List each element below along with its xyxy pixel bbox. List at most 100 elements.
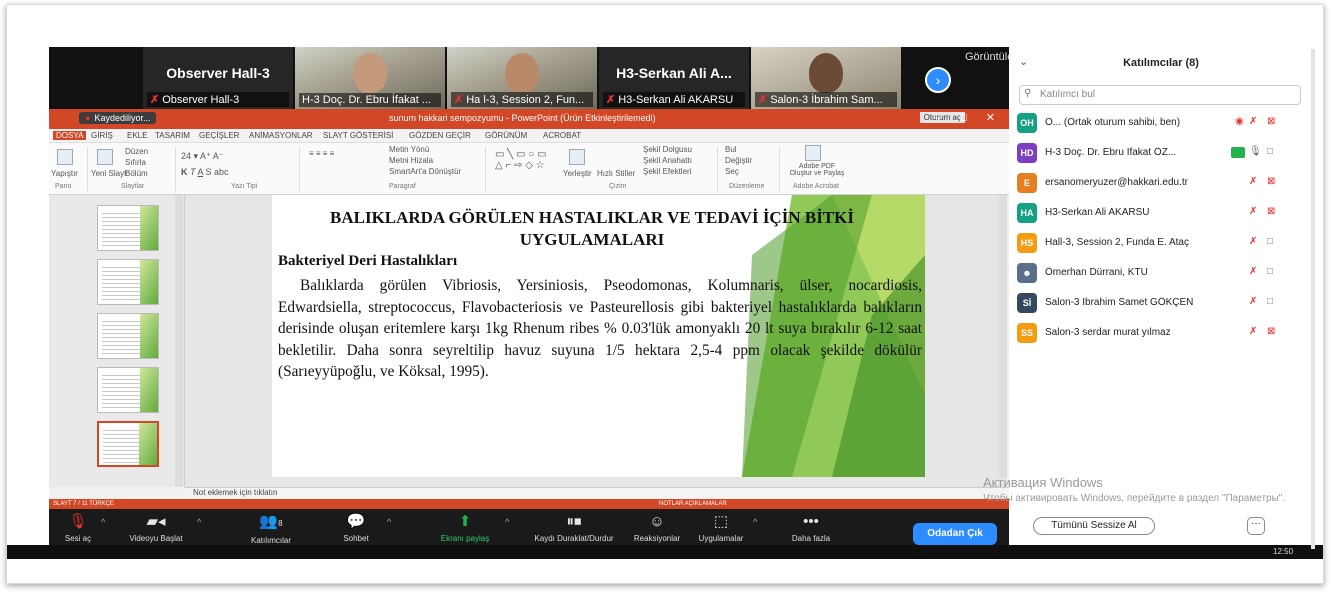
- participant-row[interactable]: HS Hall-3, Session 2, Funda E. Ataç ✗ □: [1017, 233, 1307, 255]
- mic-on-icon[interactable]: 🎙: [1249, 146, 1262, 157]
- adobe-pdf-icon[interactable]: [805, 145, 821, 161]
- tab-acrobat[interactable]: ACROBAT: [543, 131, 581, 140]
- font-style-buttons[interactable]: K T A S abc: [181, 167, 229, 177]
- slide-counter: SLAYT 7 / 11 TÜRKÇE: [53, 501, 114, 507]
- mic-off-icon[interactable]: ✗: [1249, 236, 1257, 247]
- video-off-icon[interactable]: ⊠: [1267, 176, 1275, 187]
- window-controls[interactable]: – □ ✕: [935, 111, 1003, 124]
- participant-row[interactable]: SS Salon-3 serdar murat yılmaz ✗ ⊠: [1017, 323, 1307, 345]
- chevron-up-icon[interactable]: ^: [101, 517, 105, 527]
- slide-thumbnail[interactable]: [97, 205, 159, 251]
- mute-all-button[interactable]: Tümünü Sessize Al: [1033, 517, 1155, 535]
- tab-gecisler[interactable]: GEÇİŞLER: [199, 131, 239, 140]
- align-buttons[interactable]: ≡ ≡ ≡ ≡: [309, 149, 334, 158]
- video-on-icon[interactable]: □: [1267, 236, 1273, 247]
- view-button[interactable]: Görüntüle: [965, 51, 1013, 63]
- chevron-up-icon[interactable]: ^: [197, 517, 201, 527]
- participant-row[interactable]: Sİ Salon-3 İbrahim Samet GÖKÇEN ✗ □: [1017, 293, 1307, 315]
- video-off-icon[interactable]: ⊠: [1267, 206, 1275, 217]
- tab-dosya[interactable]: DOSYA: [53, 131, 87, 140]
- video-on-icon[interactable]: □: [1267, 296, 1273, 307]
- apps-button[interactable]: ⬚ Uygulamalar: [691, 513, 751, 543]
- more-icon: •••: [803, 513, 819, 530]
- current-slide[interactable]: BALIKLARDA GÖRÜLEN HASTALIKLAR VE TEDAVİ…: [272, 195, 925, 477]
- participant-row[interactable]: HD H-3 Doç. Dr. Ebru İfakat ÖZ... 🎙 □: [1017, 143, 1307, 165]
- mic-off-icon[interactable]: ✗: [1249, 266, 1257, 277]
- text-direction-button[interactable]: Metin Yönü: [389, 145, 429, 154]
- tab-gorunum[interactable]: GÖRÜNÜM: [485, 131, 527, 140]
- more-button[interactable]: ••• Daha fazla: [781, 513, 841, 543]
- smartart-button[interactable]: SmartArt'a Dönüştür: [389, 167, 461, 176]
- video-off-icon[interactable]: ⊠: [1267, 326, 1275, 337]
- shape-fill-button[interactable]: Şekil Dolgusu: [643, 145, 692, 154]
- layout-button[interactable]: Düzen: [125, 147, 148, 156]
- chevron-up-icon[interactable]: ^: [505, 517, 509, 527]
- share-screen-button[interactable]: ⬆ Ekranı paylaş: [435, 513, 495, 543]
- adobe-pdf-button[interactable]: Adobe PDF Oluştur ve Paylaş: [787, 163, 847, 177]
- tab-animasyonlar[interactable]: ANİMASYONLAR: [249, 131, 313, 140]
- video-tile[interactable]: Observer Hall-3 ✗ Observer Hall-3: [143, 47, 293, 109]
- reset-button[interactable]: Sıfırla: [125, 158, 146, 167]
- mic-off-icon[interactable]: ✗: [1249, 296, 1257, 307]
- participant-row[interactable]: OH O... (Ortak oturum sahibi, ben) ◉ ✗ ⊠: [1017, 113, 1307, 135]
- participant-row[interactable]: ☻ Ömerhan Dürrani, KTU ✗ □: [1017, 263, 1307, 285]
- participant-row[interactable]: E ersanomeryuzer@hakkari.edu.tr ✗ ⊠: [1017, 173, 1307, 195]
- shape-outline-button[interactable]: Şekil Anahattı: [643, 156, 692, 165]
- tab-giris[interactable]: GİRİŞ: [91, 131, 113, 140]
- chevron-right-icon[interactable]: ›: [925, 67, 951, 93]
- unmute-button[interactable]: 🎙 Sesi aç: [53, 513, 103, 543]
- paste-button[interactable]: Yapıştır: [51, 169, 78, 178]
- slide-thumbnail[interactable]: [97, 313, 159, 359]
- mic-off-icon[interactable]: ✗: [1249, 206, 1257, 217]
- group-label: Pano: [55, 183, 72, 190]
- video-tile[interactable]: ✗ Salon-3 İbrahim Sam...: [751, 47, 901, 109]
- slide-scrollbar[interactable]: [999, 195, 1007, 477]
- participant-search-input[interactable]: Katılımcı bul: [1019, 85, 1301, 105]
- chat-button[interactable]: 💬 Sohbet: [331, 513, 381, 543]
- participants-button[interactable]: 👥8 Katılımcılar: [239, 513, 303, 545]
- start-video-button[interactable]: ▰◂ Videoyu Başlat: [123, 513, 189, 543]
- quick-styles-button[interactable]: Hızlı Stiller: [597, 169, 635, 178]
- panel-scrollbar[interactable]: [1311, 49, 1315, 549]
- notes-comments-buttons[interactable]: NOTLAR AÇIKLAMALAR: [659, 501, 727, 507]
- mic-off-icon[interactable]: ✗: [1249, 116, 1257, 127]
- mic-off-icon[interactable]: ✗: [1249, 176, 1257, 187]
- tab-ekle[interactable]: EKLE: [127, 131, 147, 140]
- video-tile[interactable]: ✗ Ha l-3, Session 2, Fun...: [447, 47, 597, 109]
- mic-off-icon[interactable]: ✗: [1249, 326, 1257, 337]
- thumbnail-scrollbar[interactable]: [175, 195, 183, 487]
- slide-title: BALIKLARDA GÖRÜLEN HASTALIKLAR VE TEDAVİ…: [330, 208, 854, 249]
- new-slide-button[interactable]: Yeni Slayt: [91, 169, 126, 178]
- arrange-icon[interactable]: [569, 149, 585, 165]
- leave-meeting-button[interactable]: Odadan Çık: [913, 523, 997, 545]
- reactions-button[interactable]: ☺ Reaksiyonlar: [627, 513, 687, 543]
- section-button[interactable]: Bölüm: [125, 169, 148, 178]
- replace-button[interactable]: Değiştir: [725, 156, 752, 165]
- video-off-icon[interactable]: ⊠: [1267, 116, 1275, 127]
- align-text-button[interactable]: Metni Hizala: [389, 156, 433, 165]
- slide-thumbnail-active[interactable]: [97, 421, 159, 467]
- arrange-button[interactable]: Yerleştir: [563, 169, 592, 178]
- more-options-button[interactable]: ···: [1247, 517, 1265, 535]
- shapes-gallery[interactable]: ▭ ╲ ▭ ○ ▭ △ ⌐ ⇨ ◇ ☆: [495, 149, 547, 171]
- shape-effects-button[interactable]: Şekil Efektleri: [643, 167, 691, 176]
- video-tile[interactable]: H-3 Doç. Dr. Ebru İfakat ...: [295, 47, 445, 109]
- tab-tasarim[interactable]: TASARIM: [155, 131, 190, 140]
- chevron-up-icon[interactable]: ^: [753, 517, 757, 527]
- pause-stop-recording-button[interactable]: ⏸⏹ Kaydı Duraklat/Durdur: [529, 513, 619, 543]
- font-size-box[interactable]: 24 ▾ A⁺ A⁻: [181, 151, 224, 162]
- video-on-icon[interactable]: □: [1267, 266, 1273, 277]
- slide-thumbnail[interactable]: [97, 259, 159, 305]
- participant-row[interactable]: HA H3-Serkan Ali AKARSU ✗ ⊠: [1017, 203, 1307, 225]
- tab-gozden-gecir[interactable]: GÖZDEN GEÇİR: [409, 131, 471, 140]
- chevron-up-icon[interactable]: ^: [387, 517, 391, 527]
- notes-pane[interactable]: Not eklemek için tıklatın: [185, 487, 1009, 499]
- slide-thumbnail[interactable]: [97, 367, 159, 413]
- find-button[interactable]: Bul: [725, 145, 737, 154]
- video-on-icon[interactable]: □: [1267, 146, 1273, 157]
- new-slide-icon[interactable]: [97, 149, 113, 165]
- video-tile[interactable]: H3-Serkan Ali A... ✗ H3-Serkan Ali AKARSU: [599, 47, 749, 109]
- paste-icon[interactable]: [57, 149, 73, 165]
- select-button[interactable]: Seç: [725, 167, 739, 176]
- tab-slayt-gosterisi[interactable]: SLAYT GÖSTERİSİ: [323, 131, 393, 140]
